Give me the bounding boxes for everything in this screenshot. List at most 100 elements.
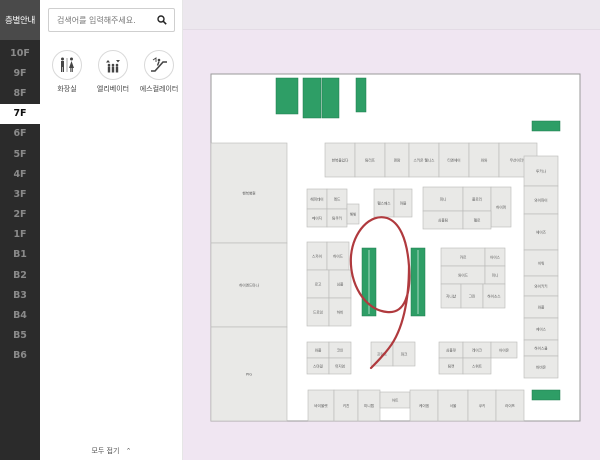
- exit-marker[interactable]: [531, 120, 561, 132]
- floor-item-b6[interactable]: B6: [0, 346, 40, 366]
- store-unit[interactable]: 바비온: [523, 355, 559, 379]
- store-unit[interactable]: 미니: [484, 265, 506, 285]
- map-area: 행복병원 하이엔드마나 PIG 한복을입다 팀리프 덴맘 스키온 웰니스 티엔에이 와와 무선이더…: [183, 0, 600, 460]
- store-unit[interactable]: 마블: [393, 188, 413, 218]
- store-unit[interactable]: 아이온: [490, 341, 518, 359]
- store-unit[interactable]: 하이퍼: [490, 186, 512, 228]
- store-unit[interactable]: 스마일: [306, 357, 330, 375]
- store-label: 헬스패스: [377, 201, 391, 206]
- floor-item-6f[interactable]: 6F: [0, 124, 40, 144]
- store-unit[interactable]: 지니샵: [440, 283, 462, 309]
- store-unit[interactable]: 로고: [306, 269, 330, 299]
- store-unit[interactable]: 에이즈: [523, 213, 559, 251]
- store-unit[interactable]: 와이드: [440, 265, 486, 285]
- store-unit[interactable]: 드로잉: [306, 297, 330, 327]
- store-unit[interactable]: 팀쿠키: [326, 208, 348, 228]
- store-unit[interactable]: 아이스: [484, 247, 506, 267]
- store-label: 하이드: [333, 254, 344, 259]
- store-unit[interactable]: 파크: [392, 341, 416, 367]
- floor-item-9f[interactable]: 9F: [0, 63, 40, 83]
- store-label: 케이엠: [419, 403, 429, 408]
- store-label: 드로잉: [313, 310, 323, 315]
- store-unit[interactable]: 심플: [328, 269, 352, 299]
- store-unit[interactable]: 바이올렛: [307, 389, 335, 422]
- store-unit[interactable]: 와이키키: [523, 275, 559, 297]
- stair-block[interactable]: [355, 77, 367, 113]
- store-unit[interactable]: 하비: [328, 297, 352, 327]
- escalator-button[interactable]: 에스컬레이터: [140, 50, 178, 94]
- floor-item-3f[interactable]: 3F: [0, 184, 40, 204]
- store-unit[interactable]: 스키온 웰니스: [408, 142, 440, 178]
- floor-item-4f[interactable]: 4F: [0, 164, 40, 184]
- store-label: 투키나: [536, 169, 547, 174]
- floor-item-b5[interactable]: B5: [0, 326, 40, 346]
- store-unit[interactable]: 피니: [422, 186, 464, 212]
- store-unit[interactable]: 코인: [328, 341, 352, 359]
- store-unit[interactable]: 서울: [437, 389, 469, 422]
- store-unit[interactable]: 키친: [333, 389, 359, 422]
- store-unit[interactable]: 플로리: [462, 186, 492, 212]
- store-unit[interactable]: 스카이: [306, 241, 328, 271]
- elevator-button[interactable]: 엘리베이터: [94, 50, 132, 94]
- search-input[interactable]: [49, 10, 152, 30]
- store-unit[interactable]: 와플: [523, 295, 559, 319]
- store-label: 쿠키: [479, 403, 486, 408]
- floor-item-b3[interactable]: B3: [0, 285, 40, 305]
- collapse-all-button[interactable]: 모두 접기 ⌃: [40, 446, 183, 456]
- store-unit[interactable]: 케이스: [523, 317, 559, 341]
- stair-block[interactable]: [302, 77, 322, 119]
- store-label: 서울: [450, 403, 457, 408]
- store-unit[interactable]: 레이크: [462, 341, 492, 359]
- store-unit[interactable]: 그린: [460, 283, 484, 309]
- stair-block[interactable]: [321, 77, 340, 119]
- stair-block[interactable]: [275, 77, 299, 115]
- store-unit[interactable]: 심플핏: [438, 341, 464, 359]
- floor-item-10f[interactable]: 10F: [0, 43, 40, 63]
- store-unit[interactable]: 쿠키: [467, 389, 497, 422]
- floor-item-b2[interactable]: B2: [0, 265, 40, 285]
- exit-marker[interactable]: [531, 389, 561, 401]
- store-unit[interactable]: 하이엔드마나: [210, 242, 288, 328]
- store-unit[interactable]: 와와: [468, 142, 500, 178]
- store-unit[interactable]: 메이지: [306, 208, 328, 228]
- store-unit[interactable]: 티엔에이: [438, 142, 470, 178]
- store-unit[interactable]: 한복을입다: [324, 142, 356, 178]
- store-unit[interactable]: 카르: [440, 247, 486, 267]
- store-label: 플로리: [472, 197, 482, 202]
- store-unit[interactable]: 라이프: [495, 389, 525, 422]
- floor-item-1f[interactable]: 1F: [0, 225, 40, 245]
- store-unit[interactable]: 심플팀: [422, 210, 464, 230]
- floor-item-5f[interactable]: 5F: [0, 144, 40, 164]
- store-unit[interactable]: 아트: [379, 391, 411, 409]
- store-unit[interactable]: 헬스패스: [373, 188, 395, 218]
- store-unit[interactable]: 와플: [306, 341, 330, 359]
- search-button[interactable]: [152, 10, 172, 30]
- store-label: 하이퍼: [496, 205, 506, 210]
- floor-item-b4[interactable]: B4: [0, 305, 40, 325]
- store-unit[interactable]: 미니랩: [357, 389, 381, 422]
- store-unit[interactable]: 투키나: [523, 155, 559, 187]
- store-unit[interactable]: PIG: [210, 326, 288, 422]
- store-unit[interactable]: 해빛: [346, 203, 360, 225]
- floor-item-2f[interactable]: 2F: [0, 205, 40, 225]
- store-unit[interactable]: 와이파이: [523, 185, 559, 215]
- store-label: 미니랩: [364, 403, 374, 408]
- floor-item-b1[interactable]: B1: [0, 245, 40, 265]
- restroom-button[interactable]: 화장실: [48, 50, 86, 94]
- store-unit[interactable]: 하이드: [326, 241, 350, 271]
- store-unit[interactable]: 해피데이: [306, 188, 328, 210]
- store-unit[interactable]: 레드: [326, 188, 348, 210]
- floor-item-8f[interactable]: 8F: [0, 83, 40, 103]
- store-unit[interactable]: 행복병원: [210, 142, 288, 244]
- store-unit[interactable]: 덴맘: [384, 142, 410, 178]
- store-unit[interactable]: 스위트: [462, 357, 492, 375]
- store-unit[interactable]: 하이스쿨: [523, 339, 559, 357]
- store-unit[interactable]: 팀리프: [354, 142, 386, 178]
- store-unit[interactable]: 하이소스: [482, 283, 506, 309]
- store-unit[interactable]: 팀캣: [438, 357, 464, 375]
- store-unit[interactable]: 뮤지엄: [328, 357, 352, 375]
- store-unit[interactable]: 쉬워: [523, 249, 559, 277]
- floor-item-7f[interactable]: 7F: [0, 103, 40, 124]
- store-unit[interactable]: 헬로: [462, 210, 492, 230]
- store-unit[interactable]: 케이엠: [409, 389, 439, 422]
